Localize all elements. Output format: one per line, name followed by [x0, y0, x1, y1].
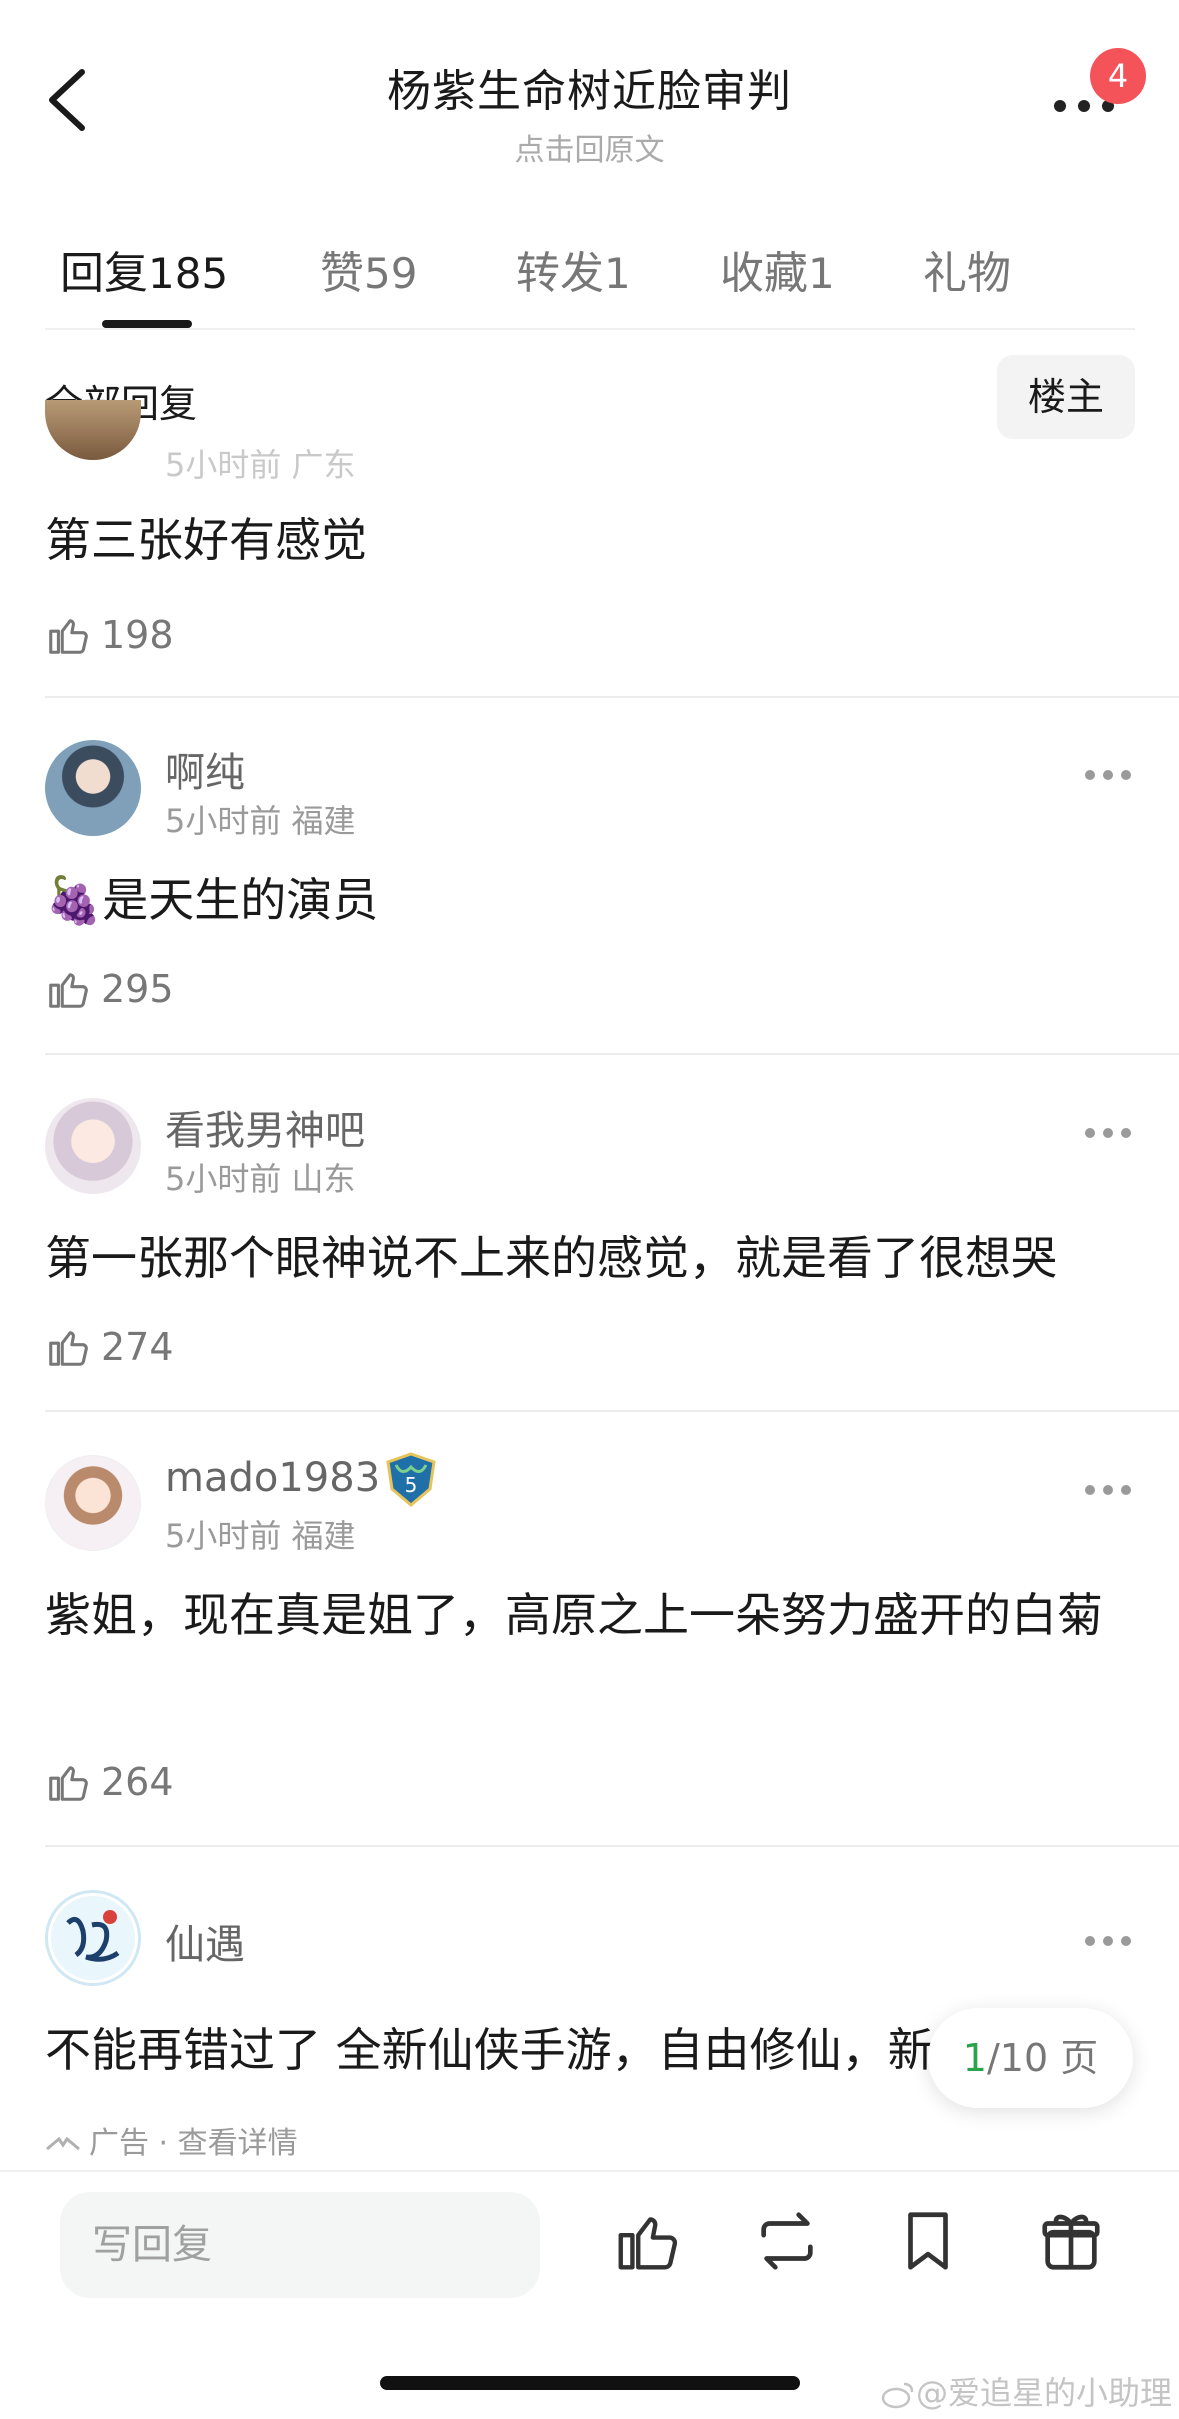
avatar[interactable] [45, 1098, 141, 1194]
reply-input[interactable]: 写回复 [60, 2192, 540, 2298]
notification-badge: 4 [1090, 48, 1146, 104]
comment-meta: 5小时前 福建 [165, 1517, 356, 1555]
active-tab-indicator [102, 320, 192, 328]
ad-username[interactable]: 仙遇 [165, 1912, 245, 1970]
repost-button[interactable] [752, 2206, 822, 2276]
tab-label: 转发 [516, 248, 604, 299]
like-button[interactable]: 264 [45, 1755, 245, 1809]
ad-avatar[interactable] [45, 1890, 141, 1986]
more-dot [1078, 100, 1090, 112]
thumbs-up-icon [49, 1331, 88, 1366]
username[interactable]: 看我男神吧 [165, 1098, 365, 1156]
more-dot [1085, 1128, 1095, 1138]
ad-logo-icon [51, 1896, 135, 1980]
divider [45, 696, 1179, 698]
more-dot [1121, 1936, 1131, 1946]
comment-meta: 5小时前 福建 [165, 802, 356, 840]
tab-likes[interactable]: 赞59 [320, 237, 417, 301]
avatar[interactable] [45, 740, 141, 836]
tab-label: 赞 [320, 248, 364, 299]
ad-label[interactable]: 广告 · 查看详情 [45, 2118, 298, 2162]
username[interactable]: mado1983 [165, 1455, 380, 1501]
like-button[interactable]: 274 [45, 1320, 245, 1374]
more-dot [1085, 1936, 1095, 1946]
tab-count: 59 [364, 249, 418, 298]
tab-gifts[interactable]: 礼物 [923, 237, 1011, 301]
comment-item: 5小时前 广东 第三张好有感觉 198 [45, 400, 1179, 690]
level-number: 5 [405, 1473, 418, 1497]
ad-label-text: 广告 · 查看详情 [89, 2126, 298, 2161]
username[interactable]: 啊纯 [165, 740, 245, 798]
more-dot [1103, 1936, 1113, 1946]
watermark-text: @爱追星的小助理 [916, 2374, 1173, 2412]
comment-more-button[interactable] [1085, 766, 1135, 786]
comment-text: 🍇是天生的演员 [45, 873, 379, 927]
avatar[interactable] [45, 400, 141, 460]
home-indicator[interactable] [380, 2376, 800, 2390]
level-badge-icon: 5 [386, 1452, 436, 1507]
gift-button[interactable] [1036, 2206, 1106, 2276]
tab-replies[interactable]: 回复185 [60, 237, 228, 301]
total-pages: /10 页 [986, 2036, 1099, 2080]
comment-item: 看我男神吧 5小时前 山东 第一张那个眼神说不上来的感觉，就是看了很想哭 274 [45, 1098, 1179, 1398]
tab-count: 185 [148, 249, 229, 298]
comment-text: 紫姐，现在真是姐了，高原之上一朵努力盛开的白菊 [45, 1588, 1103, 1642]
more-dot [1121, 1128, 1131, 1138]
more-dot [1103, 770, 1113, 780]
more-dot [1085, 770, 1095, 780]
ad-wing-icon [46, 2136, 80, 2150]
ad-more-button[interactable] [1085, 1932, 1135, 1952]
more-dot [1121, 1485, 1131, 1495]
like-post-button[interactable] [612, 2206, 682, 2276]
current-page: 1 [962, 2036, 987, 2080]
thumbs-up-icon [49, 1766, 88, 1801]
back-to-original-link[interactable]: 点击回原文 [0, 125, 1179, 169]
bookmark-button[interactable] [893, 2206, 963, 2276]
weibo-logo-icon [881, 2382, 914, 2409]
like-button[interactable]: 198 [45, 608, 245, 662]
divider [45, 1410, 1179, 1412]
watermark: @爱追星的小助理 [880, 2368, 1172, 2414]
page-title: 杨紫生命树近脸审判 [387, 66, 792, 117]
comment-text: 第三张好有感觉 [45, 513, 367, 567]
comment-item: 啊纯 5小时前 福建 🍇是天生的演员 295 [45, 740, 1179, 1040]
title-block[interactable]: 杨紫生命树近脸审判 点击回原文 [0, 55, 1179, 169]
tab-count: 1 [604, 249, 631, 298]
page-indicator[interactable]: 1/10 页 [928, 2008, 1133, 2108]
more-dot [1054, 100, 1066, 112]
thumbs-up-icon [49, 619, 88, 654]
tab-label: 回复 [60, 248, 148, 299]
like-count: 295 [101, 967, 174, 1011]
comment-meta: 5小时前 广东 [165, 446, 356, 484]
more-dot [1103, 1485, 1113, 1495]
tab-count: 1 [808, 249, 835, 298]
filter-row: 全部回复 楼主 [45, 355, 1135, 440]
comment-meta: 5小时前 山东 [165, 1160, 356, 1198]
owner-only-button[interactable]: 楼主 [997, 355, 1135, 439]
like-count: 264 [101, 1760, 174, 1804]
header: 杨紫生命树近脸审判 点击回原文 4 [0, 0, 1179, 180]
more-dot [1085, 1485, 1095, 1495]
like-button[interactable]: 295 [45, 962, 245, 1016]
thumbs-up-icon [49, 973, 88, 1008]
more-dot [1103, 1128, 1113, 1138]
avatar[interactable] [45, 1455, 141, 1551]
tab-favorites[interactable]: 收藏1 [720, 237, 835, 301]
tab-label: 收藏 [720, 248, 808, 299]
comment-text: 第一张那个眼神说不上来的感觉，就是看了很想哭 [45, 1231, 1057, 1285]
comment-item: mado1983 5 5小时前 福建 紫姐，现在真是姐了，高原之上一朵努力盛开的… [45, 1452, 1179, 1835]
like-count: 198 [101, 613, 174, 657]
divider [45, 1053, 1179, 1055]
tab-label: 礼物 [923, 248, 1011, 299]
comment-more-button[interactable] [1085, 1481, 1135, 1501]
more-dot [1121, 770, 1131, 780]
tab-reposts[interactable]: 转发1 [516, 237, 631, 301]
like-count: 274 [101, 1325, 174, 1369]
tab-bar: 回复185 赞59 转发1 收藏1 礼物 [45, 225, 1135, 330]
comment-more-button[interactable] [1085, 1124, 1135, 1144]
divider [45, 1845, 1179, 1847]
